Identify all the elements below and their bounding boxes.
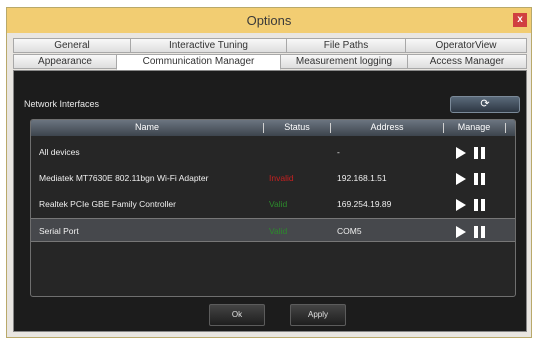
table-row[interactable]: Mediatek MT7630E 802.11bgn Wi-Fi Adapter… xyxy=(31,166,515,190)
communication-manager-panel: Network Interfaces ⟳ Name Status Address… xyxy=(13,70,527,332)
row-address: 192.168.1.51 xyxy=(337,173,387,183)
row-name: Mediatek MT7630E 802.11bgn Wi-Fi Adapter xyxy=(39,173,209,183)
tab-row-1: General Interactive Tuning File Paths Op… xyxy=(13,38,527,53)
tab-operator-view[interactable]: OperatorView xyxy=(405,38,527,53)
tab-row-2: Appearance Communication Manager Measure… xyxy=(13,54,527,70)
row-address: COM5 xyxy=(337,226,362,236)
column-header-manage[interactable]: Manage xyxy=(444,122,504,132)
row-status-invalid: Invalid xyxy=(269,173,294,183)
row-status-valid: Valid xyxy=(269,199,288,209)
row-name: Serial Port xyxy=(39,226,79,236)
table-row[interactable]: All devices - xyxy=(31,140,515,164)
column-header-address[interactable]: Address xyxy=(331,122,443,132)
play-icon[interactable] xyxy=(456,147,466,159)
play-icon[interactable] xyxy=(456,199,466,211)
network-interfaces-label: Network Interfaces xyxy=(24,99,100,109)
tab-measurement-logging[interactable]: Measurement logging xyxy=(280,54,408,69)
tab-file-paths[interactable]: File Paths xyxy=(286,38,406,53)
row-name: All devices xyxy=(39,147,80,157)
refresh-icon: ⟳ xyxy=(480,98,490,110)
row-name: Realtek PCIe GBE Family Controller xyxy=(39,199,176,209)
pause-icon[interactable] xyxy=(474,147,485,159)
play-icon[interactable] xyxy=(456,226,466,238)
apply-button[interactable]: Apply xyxy=(290,304,346,326)
column-divider xyxy=(505,123,506,133)
pause-icon[interactable] xyxy=(474,226,485,238)
tab-access-manager[interactable]: Access Manager xyxy=(407,54,527,69)
table-row-selected[interactable]: Serial Port Valid COM5 xyxy=(31,218,515,242)
title-bar[interactable]: Options x xyxy=(7,8,531,33)
options-window: Options x General Interactive Tuning Fil… xyxy=(6,7,532,338)
column-header-name[interactable]: Name xyxy=(31,122,263,132)
play-icon[interactable] xyxy=(456,173,466,185)
tab-appearance[interactable]: Appearance xyxy=(13,54,117,69)
close-button[interactable]: x xyxy=(513,13,527,27)
column-header-status[interactable]: Status xyxy=(264,122,330,132)
pause-icon[interactable] xyxy=(474,173,485,185)
row-status-valid: Valid xyxy=(269,226,288,236)
tab-interactive-tuning[interactable]: Interactive Tuning xyxy=(130,38,287,53)
window-title: Options xyxy=(246,13,292,28)
table-row[interactable]: Realtek PCIe GBE Family Controller Valid… xyxy=(31,192,515,216)
network-interfaces-table: Name Status Address Manage All devices -… xyxy=(30,119,516,297)
tab-communication-manager[interactable]: Communication Manager xyxy=(116,54,281,70)
refresh-button[interactable]: ⟳ xyxy=(450,96,520,113)
row-address: - xyxy=(337,147,340,157)
table-header: Name Status Address Manage xyxy=(31,120,515,136)
tab-general[interactable]: General xyxy=(13,38,131,53)
ok-button[interactable]: Ok xyxy=(209,304,265,326)
row-address: 169.254.19.89 xyxy=(337,199,392,209)
pause-icon[interactable] xyxy=(474,199,485,211)
